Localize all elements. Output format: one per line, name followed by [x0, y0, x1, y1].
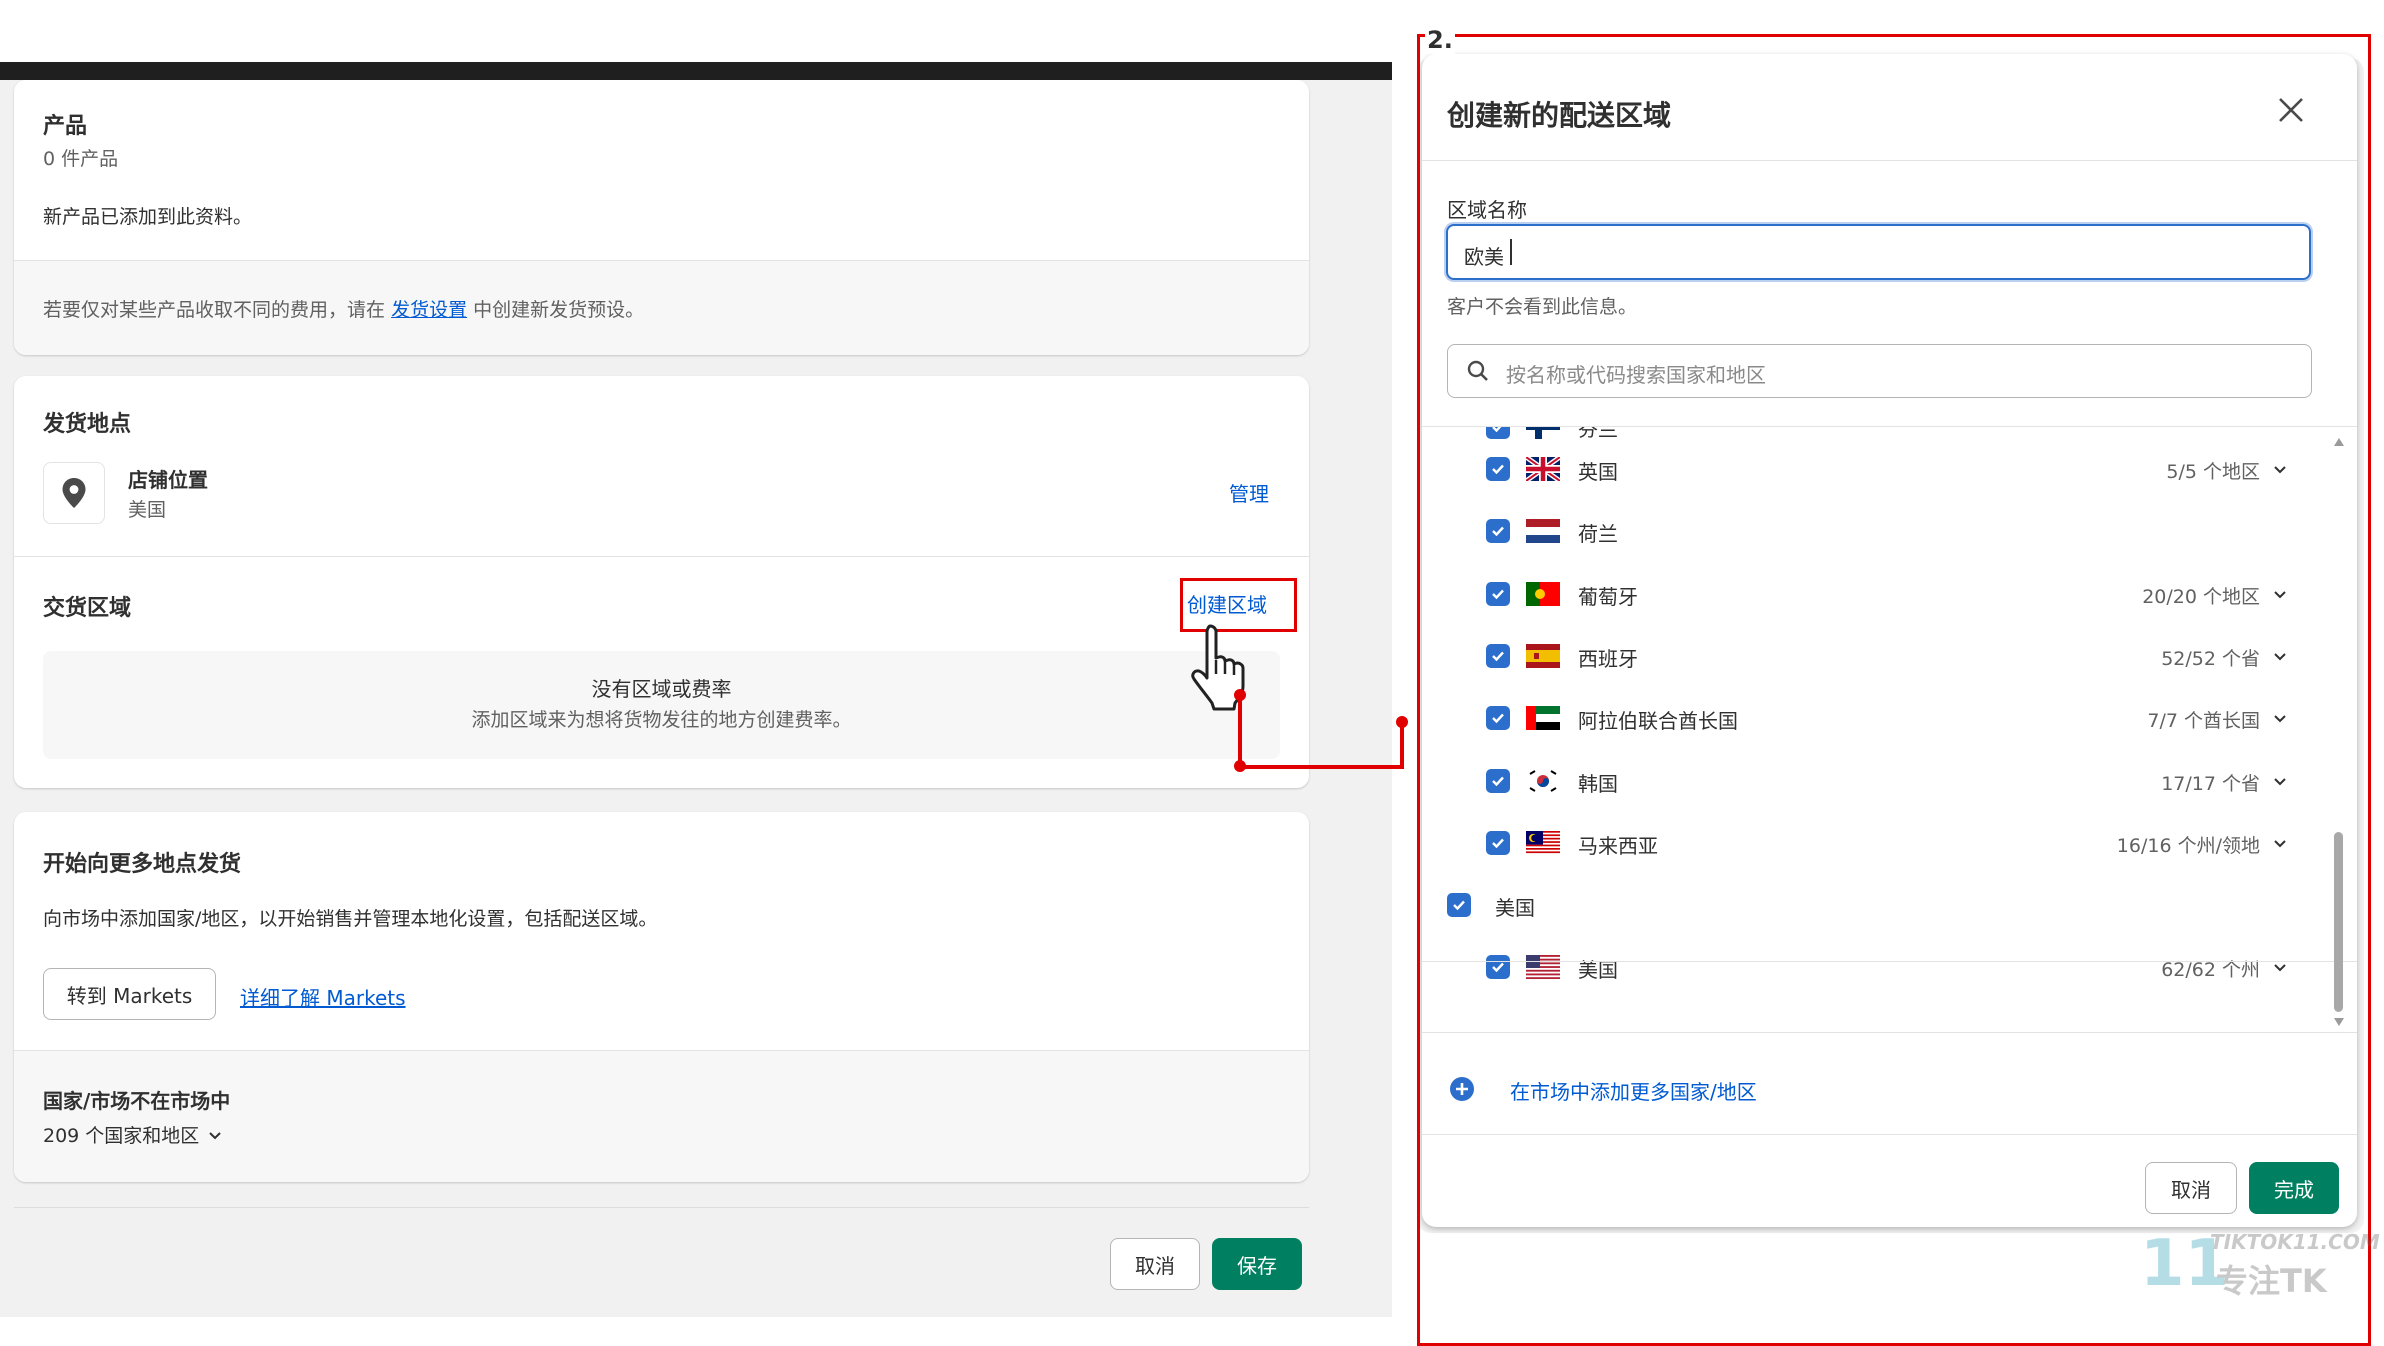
page-cancel-button[interactable]: 取消: [1110, 1238, 1200, 1290]
goto-markets-button[interactable]: 转到 Markets: [43, 968, 216, 1020]
hint-text-before: 若要仅对某些产品收取不同的费用，请在: [43, 299, 386, 321]
products-hint: 若要仅对某些产品收取不同的费用，请在 发货设置 中创建新发货预设。: [43, 295, 644, 322]
footer-divider: [14, 1207, 1309, 1208]
markets-title: 开始向更多地点发货: [43, 852, 242, 877]
annotation-connector-horizontal: [1238, 765, 1402, 769]
annotation-connector-up: [1400, 722, 1404, 769]
products-hint-section: 若要仅对某些产品收取不同的费用，请在 发货设置 中创建新发货预设。: [14, 260, 1309, 355]
empty-zones-title: 没有区域或费率: [591, 677, 732, 701]
origin-title: 发货地点: [43, 412, 132, 437]
store-location-name: 店铺位置: [128, 468, 208, 492]
not-in-market-section: 国家/市场不在市场中 209 个国家和地区: [14, 1050, 1309, 1182]
divider: [14, 556, 1309, 557]
annotation-dot: [1396, 716, 1408, 728]
learn-markets-link[interactable]: 详细了解 Markets: [240, 982, 406, 1011]
annotation-modal-box: [1417, 34, 2371, 1346]
products-count: 0 件产品: [43, 148, 119, 170]
products-title: 产品: [43, 114, 88, 139]
step-label: 2.: [1425, 26, 1455, 54]
markets-desc: 向市场中添加国家/地区，以开始销售并管理本地化设置，包括配送区域。: [43, 908, 658, 930]
origin-card: 发货地点 店铺位置 美国 管理 交货区域 创建区域 没有区域或费率 添加区域来为…: [14, 376, 1309, 788]
products-card: 产品 0 件产品 新产品已添加到此资料。 若要仅对某些产品收取不同的费用，请在 …: [14, 80, 1309, 355]
products-note: 新产品已添加到此资料。: [43, 206, 253, 228]
store-location-country: 美国: [128, 499, 167, 521]
hint-text-after: 中创建新发货预设。: [473, 299, 645, 321]
top-bar: [0, 62, 1392, 80]
manage-link[interactable]: 管理: [1229, 478, 1269, 507]
empty-zones-state: 没有区域或费率 添加区域来为想将货物发往的地方创建费率。: [43, 651, 1280, 759]
not-in-market-count: 209 个国家和地区: [43, 1125, 200, 1147]
chevron-down-icon: [209, 1131, 222, 1139]
markets-card: 开始向更多地点发货 向市场中添加国家/地区，以开始销售并管理本地化设置，包括配送…: [14, 812, 1309, 1182]
watermark-slogan: 专注TK: [2216, 1262, 2327, 1300]
zones-title: 交货区域: [43, 596, 132, 621]
location-pin-icon: [43, 462, 105, 524]
annotation-connector-vertical: [1238, 694, 1242, 766]
not-in-market-toggle[interactable]: 209 个国家和地区: [43, 1121, 223, 1148]
watermark-brand: TIKTOK11.COM: [2210, 1230, 2380, 1254]
watermark-logo: 11 TIKTOK11.COM 专注TK: [2140, 1230, 2380, 1300]
shipping-settings-link[interactable]: 发货设置: [391, 299, 467, 321]
not-in-market-title: 国家/市场不在市场中: [43, 1089, 231, 1113]
empty-zones-desc: 添加区域来为想将货物发往的地方创建费率。: [471, 709, 852, 731]
page-save-button[interactable]: 保存: [1212, 1238, 1302, 1290]
hand-cursor-icon: [1191, 624, 1245, 711]
